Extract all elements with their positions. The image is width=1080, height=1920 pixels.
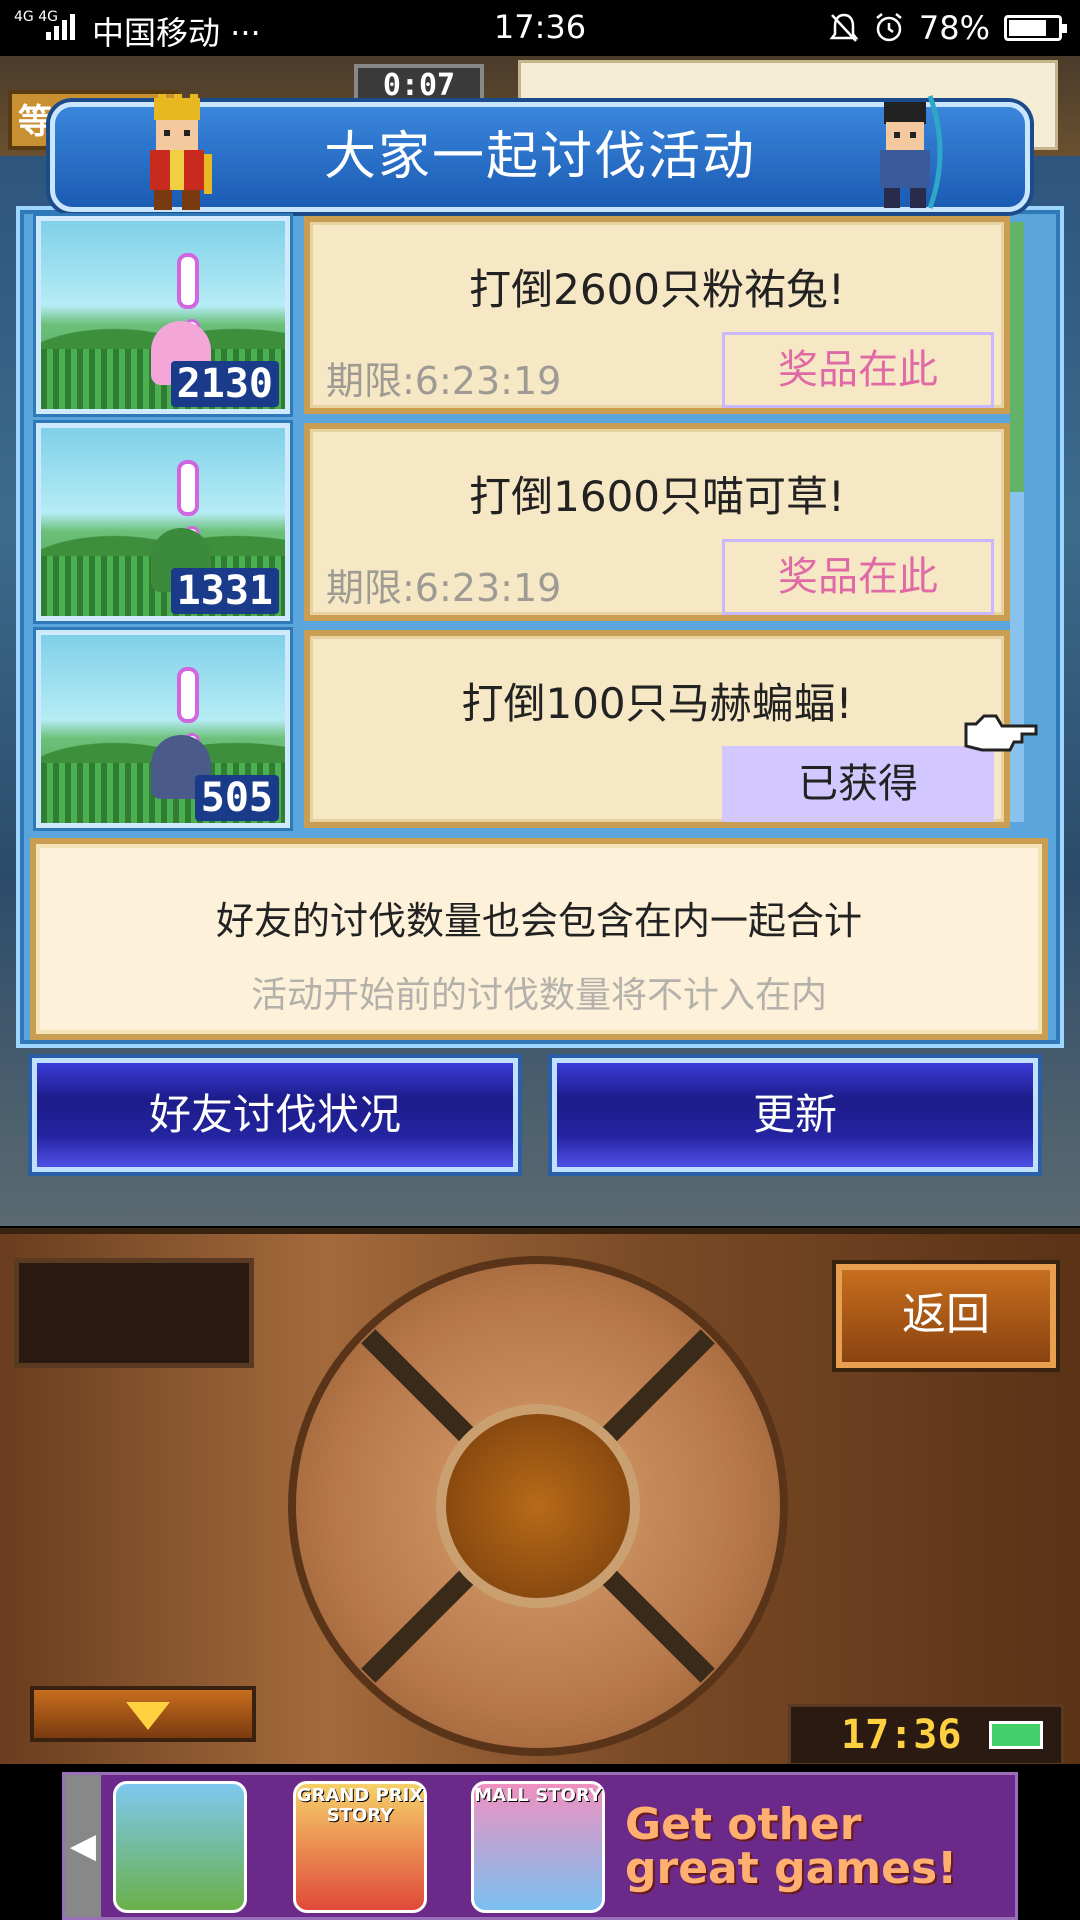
ad-game-grand-prix[interactable]: GRAND PRIX STORY — [293, 1781, 427, 1913]
dpad-center-button[interactable] — [436, 1404, 640, 1608]
refresh-button[interactable]: 更新 — [552, 1058, 1038, 1172]
chevron-left-icon[interactable]: ◀ — [65, 1775, 101, 1917]
quest-card: 打倒100只马赫蝙蝠! 已获得 — [304, 630, 1010, 828]
status-bar: 4G 4G 中国移动 ··· 17:36 78% — [0, 0, 1080, 56]
battery-icon — [989, 1721, 1043, 1749]
prize-button[interactable]: 奖品在此 — [722, 539, 994, 615]
obtained-badge: 已获得 — [722, 746, 994, 822]
info-box: 好友的讨伐数量也会包含在内一起合计 活动开始前的讨伐数量将不计入在内 — [30, 838, 1048, 1040]
info-note: 好友的讨伐数量也会包含在内一起合计 — [215, 899, 862, 943]
menu-toggle-button[interactable] — [30, 1686, 256, 1742]
kill-count: 2130 — [170, 361, 279, 407]
quest-row: 1331 打倒1600只喵可草! 期限:6:23:19 奖品在此 — [30, 423, 1010, 621]
battery-percent: 78% — [918, 9, 990, 47]
kill-count: 505 — [194, 775, 279, 821]
exclamation-icon — [177, 460, 200, 542]
archer-character-icon — [880, 95, 943, 209]
kill-count: 1331 — [170, 568, 279, 614]
chevron-down-icon — [126, 1702, 170, 1730]
quest-row: 505 打倒100只马赫蝙蝠! 已获得 — [30, 630, 1010, 830]
dpad[interactable] — [288, 1256, 788, 1756]
bell-off-icon — [829, 13, 859, 42]
quest-thumbnail: 2130 — [36, 216, 290, 414]
ad-banner[interactable]: ◀ GRAND PRIX STORY MALL STORY Get other … — [0, 1764, 1080, 1920]
quest-deadline: 期限:6:23:19 — [326, 566, 562, 610]
ad-cta-text[interactable]: Get other great games! — [625, 1803, 1005, 1891]
controller-panel: 返回 17:36 — [0, 1228, 1080, 1766]
mini-screen — [14, 1258, 254, 1368]
quest-list[interactable]: 2130 打倒2600只粉祐兔! 期限:6:23:19 奖品在此 1331 打倒… — [30, 216, 1024, 830]
quest-title: 打倒2600只粉祐兔! — [469, 265, 845, 314]
exclamation-icon — [177, 253, 200, 335]
back-button[interactable]: 返回 — [836, 1264, 1056, 1368]
quest-deadline: 期限:6:23:19 — [326, 359, 562, 403]
info-subnote: 活动开始前的讨伐数量将不计入在内 — [250, 975, 827, 1016]
ad-game-mall[interactable]: MALL STORY — [471, 1781, 605, 1913]
quest-title: 打倒100只马赫蝙蝠! — [461, 679, 853, 728]
friend-status-button[interactable]: 好友讨伐状况 — [32, 1058, 518, 1172]
quest-title: 打倒1600只喵可草! — [469, 472, 845, 521]
alarm-icon — [876, 13, 902, 42]
ad-game-castle[interactable] — [113, 1781, 247, 1913]
game-clock: 17:36 — [788, 1704, 1064, 1766]
quest-thumbnail: 505 — [36, 630, 290, 828]
battery-icon — [1004, 15, 1067, 41]
prize-button[interactable]: 奖品在此 — [722, 332, 994, 408]
game-clock-time: 17:36 — [841, 1712, 962, 1758]
pointer-hand-icon — [964, 714, 1038, 752]
king-character-icon — [150, 94, 212, 210]
quest-card: 打倒1600只喵可草! 期限:6:23:19 奖品在此 — [304, 423, 1010, 621]
quest-card: 打倒2600只粉祐兔! 期限:6:23:19 奖品在此 — [304, 216, 1010, 414]
quest-row: 2130 打倒2600只粉祐兔! 期限:6:23:19 奖品在此 — [30, 216, 1010, 414]
exclamation-icon — [177, 667, 200, 749]
quest-thumbnail: 1331 — [36, 423, 290, 621]
